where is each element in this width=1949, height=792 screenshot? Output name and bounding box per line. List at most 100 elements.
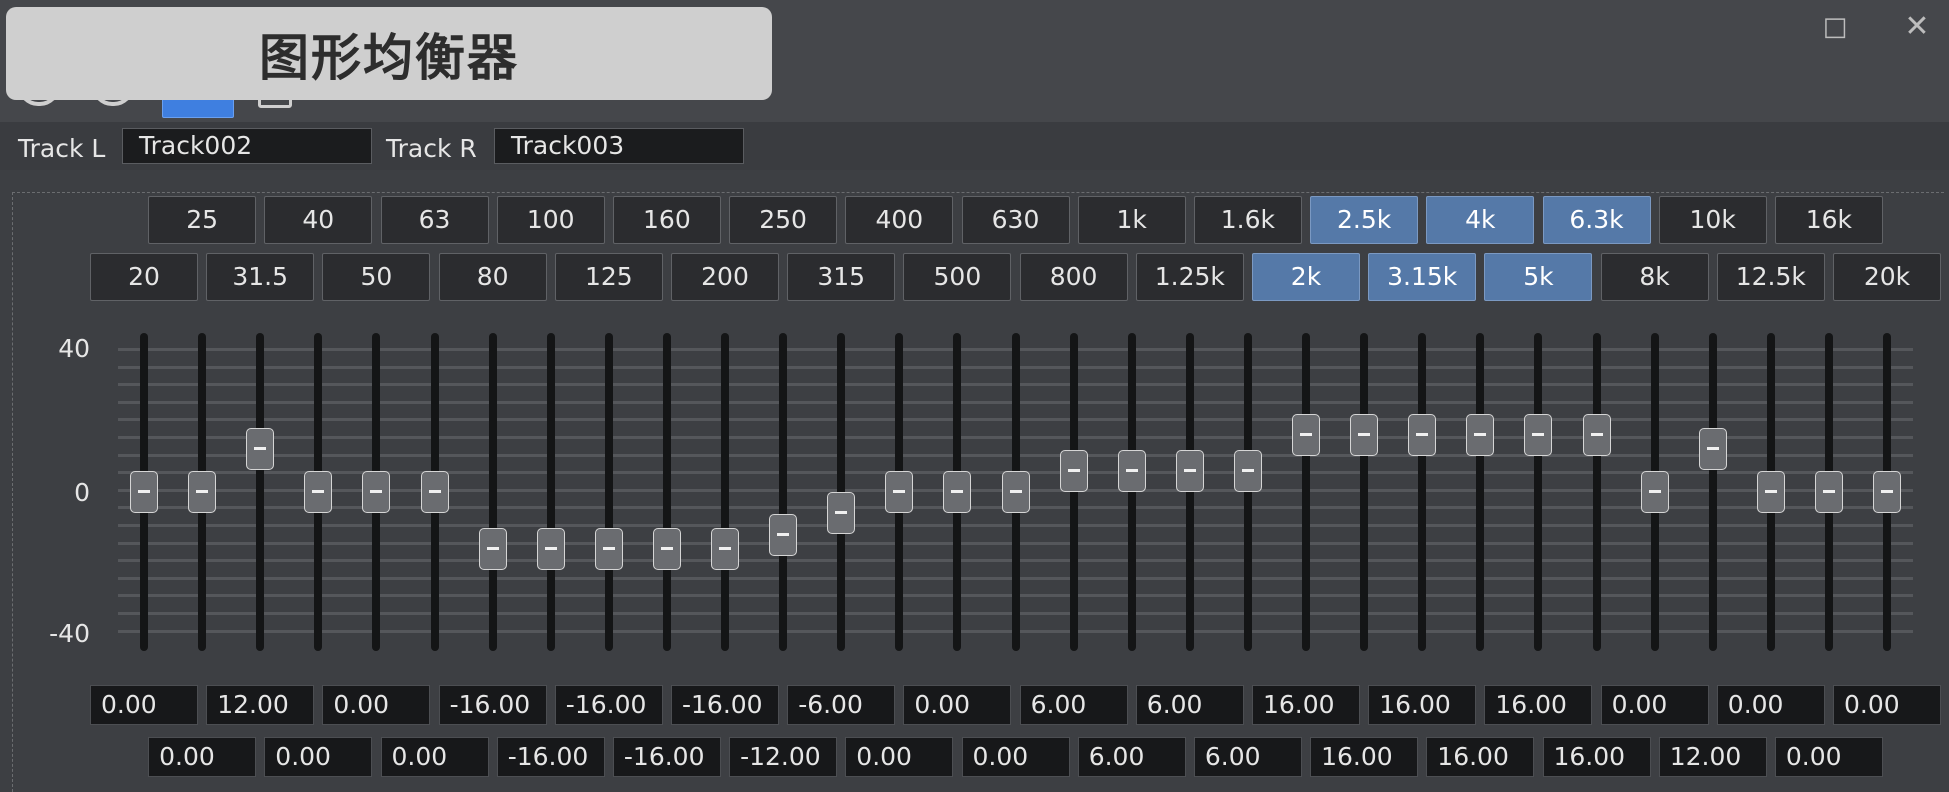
slider-knob-63[interactable] bbox=[420, 471, 449, 513]
freq-button-20k[interactable]: 20k bbox=[1833, 253, 1941, 301]
gain-value-25[interactable]: 0.00 bbox=[148, 737, 257, 777]
slider-knob-250[interactable] bbox=[769, 513, 798, 556]
freq-button-160[interactable]: 160 bbox=[612, 196, 721, 244]
gain-value-4k[interactable]: 16.00 bbox=[1426, 737, 1535, 777]
slider-knob-4k[interactable] bbox=[1466, 414, 1495, 457]
slider-track-10k[interactable] bbox=[1708, 333, 1717, 651]
slider-track-2k[interactable] bbox=[1302, 333, 1310, 651]
slider-track-2.5k[interactable] bbox=[1360, 333, 1369, 651]
slider-knob-8k[interactable] bbox=[1640, 471, 1669, 513]
gain-value-20[interactable]: 0.00 bbox=[90, 685, 198, 725]
close-button[interactable]: ✕ bbox=[1897, 10, 1937, 44]
maximize-button[interactable]: □ bbox=[1815, 10, 1855, 44]
slider-track-125[interactable] bbox=[604, 333, 613, 651]
freq-button-800[interactable]: 800 bbox=[1019, 253, 1128, 301]
freq-button-40[interactable]: 40 bbox=[264, 196, 373, 244]
gain-value-400[interactable]: 0.00 bbox=[845, 737, 954, 777]
slider-knob-100[interactable] bbox=[536, 527, 565, 570]
gain-value-100[interactable]: -16.00 bbox=[496, 737, 605, 777]
freq-button-6.3k[interactable]: 6.3k bbox=[1542, 196, 1651, 244]
slider-knob-2.5k[interactable] bbox=[1350, 414, 1379, 457]
slider-knob-1k[interactable] bbox=[1117, 449, 1146, 492]
gain-value-200[interactable]: -16.00 bbox=[671, 685, 779, 725]
freq-button-100[interactable]: 100 bbox=[496, 196, 605, 244]
slider-knob-200[interactable] bbox=[711, 527, 739, 570]
slider-track-31.5[interactable] bbox=[256, 333, 265, 651]
freq-button-315[interactable]: 315 bbox=[787, 253, 896, 301]
gain-value-630[interactable]: 0.00 bbox=[961, 737, 1070, 777]
slider-knob-6.3k[interactable] bbox=[1582, 414, 1611, 457]
slider-track-6.3k[interactable] bbox=[1592, 333, 1601, 651]
slider-track-80[interactable] bbox=[488, 333, 497, 651]
slider-knob-160[interactable] bbox=[652, 527, 681, 570]
freq-button-25[interactable]: 25 bbox=[148, 196, 257, 244]
gain-value-5k[interactable]: 16.00 bbox=[1484, 685, 1593, 725]
freq-button-2.5k[interactable]: 2.5k bbox=[1310, 196, 1419, 244]
slider-knob-20[interactable] bbox=[130, 471, 158, 513]
slider-track-3.15k[interactable] bbox=[1418, 333, 1427, 651]
slider-knob-50[interactable] bbox=[362, 471, 391, 513]
slider-knob-315[interactable] bbox=[827, 492, 856, 535]
freq-button-250[interactable]: 250 bbox=[729, 196, 838, 244]
slider-knob-40[interactable] bbox=[304, 471, 333, 513]
slider-track-160[interactable] bbox=[662, 333, 671, 651]
freq-button-1.6k[interactable]: 1.6k bbox=[1193, 196, 1302, 244]
slider-knob-3.15k[interactable] bbox=[1408, 414, 1437, 457]
freq-button-31.5[interactable]: 31.5 bbox=[206, 253, 315, 301]
slider-knob-400[interactable] bbox=[885, 471, 914, 513]
slider-knob-1.25k[interactable] bbox=[1175, 449, 1204, 492]
gain-value-2.5k[interactable]: 16.00 bbox=[1310, 737, 1419, 777]
freq-button-3.15k[interactable]: 3.15k bbox=[1368, 253, 1477, 301]
gain-value-6.3k[interactable]: 16.00 bbox=[1542, 737, 1651, 777]
gain-value-125[interactable]: -16.00 bbox=[554, 685, 663, 725]
slider-track-800[interactable] bbox=[1069, 333, 1078, 651]
gain-value-8k[interactable]: 0.00 bbox=[1600, 685, 1709, 725]
freq-button-1k[interactable]: 1k bbox=[1077, 196, 1186, 244]
gain-value-16k[interactable]: 0.00 bbox=[1774, 737, 1883, 777]
slider-knob-2k[interactable] bbox=[1292, 414, 1320, 457]
freq-button-63[interactable]: 63 bbox=[380, 196, 489, 244]
slider-knob-16k[interactable] bbox=[1814, 471, 1843, 513]
slider-knob-125[interactable] bbox=[594, 527, 623, 570]
freq-button-8k[interactable]: 8k bbox=[1600, 253, 1709, 301]
slider-track-1k[interactable] bbox=[1127, 333, 1136, 651]
slider-track-5k[interactable] bbox=[1534, 333, 1543, 651]
track-l-field[interactable]: Track002 bbox=[122, 128, 372, 164]
slider-knob-20k[interactable] bbox=[1873, 471, 1901, 513]
freq-button-4k[interactable]: 4k bbox=[1426, 196, 1535, 244]
freq-button-10k[interactable]: 10k bbox=[1658, 196, 1767, 244]
slider-knob-10k[interactable] bbox=[1698, 428, 1727, 471]
gain-value-31.5[interactable]: 12.00 bbox=[206, 685, 315, 725]
freq-button-12.5k[interactable]: 12.5k bbox=[1716, 253, 1825, 301]
track-r-field[interactable]: Track003 bbox=[494, 128, 744, 164]
slider-knob-1.6k[interactable] bbox=[1233, 449, 1262, 492]
slider-track-1.25k[interactable] bbox=[1185, 333, 1194, 651]
freq-button-5k[interactable]: 5k bbox=[1484, 253, 1593, 301]
freq-button-125[interactable]: 125 bbox=[554, 253, 663, 301]
slider-knob-800[interactable] bbox=[1059, 449, 1088, 492]
slider-knob-500[interactable] bbox=[943, 471, 972, 513]
freq-button-630[interactable]: 630 bbox=[961, 196, 1070, 244]
slider-knob-31.5[interactable] bbox=[246, 428, 275, 471]
slider-track-200[interactable] bbox=[721, 333, 729, 651]
gain-value-12.5k[interactable]: 0.00 bbox=[1716, 685, 1825, 725]
gain-value-160[interactable]: -16.00 bbox=[612, 737, 721, 777]
gain-value-1.6k[interactable]: 6.00 bbox=[1193, 737, 1302, 777]
slider-track-1.6k[interactable] bbox=[1243, 333, 1252, 651]
freq-button-1.25k[interactable]: 1.25k bbox=[1135, 253, 1244, 301]
gain-value-315[interactable]: -6.00 bbox=[787, 685, 896, 725]
freq-button-2k[interactable]: 2k bbox=[1252, 253, 1360, 301]
gain-value-3.15k[interactable]: 16.00 bbox=[1368, 685, 1477, 725]
gain-value-20k[interactable]: 0.00 bbox=[1833, 685, 1941, 725]
slider-knob-25[interactable] bbox=[188, 471, 217, 513]
gain-value-50[interactable]: 0.00 bbox=[322, 685, 431, 725]
slider-track-250[interactable] bbox=[779, 333, 788, 651]
gain-value-250[interactable]: -12.00 bbox=[729, 737, 838, 777]
gain-value-40[interactable]: 0.00 bbox=[264, 737, 373, 777]
freq-button-20[interactable]: 20 bbox=[90, 253, 198, 301]
freq-button-80[interactable]: 80 bbox=[438, 253, 547, 301]
slider-track-100[interactable] bbox=[546, 333, 555, 651]
freq-button-200[interactable]: 200 bbox=[671, 253, 779, 301]
gain-value-10k[interactable]: 12.00 bbox=[1658, 737, 1767, 777]
slider-knob-5k[interactable] bbox=[1524, 414, 1553, 457]
